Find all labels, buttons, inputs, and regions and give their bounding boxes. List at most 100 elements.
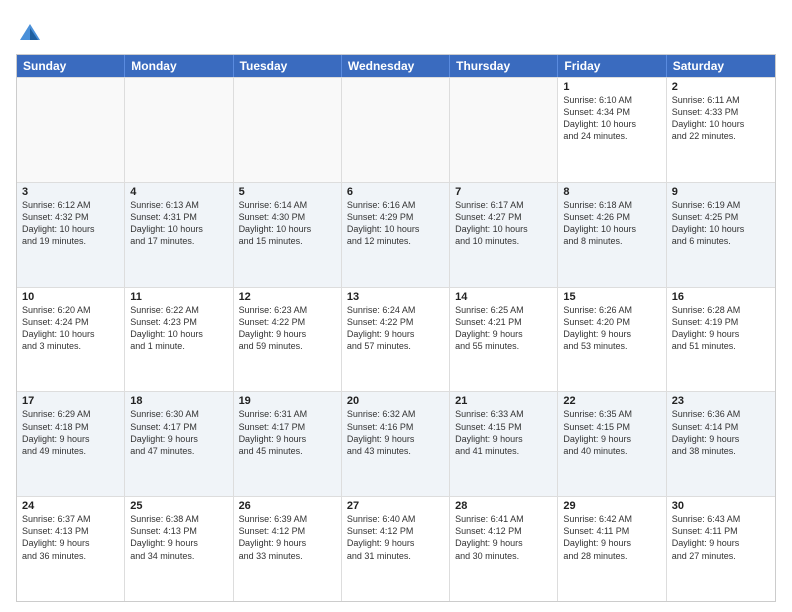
day-details: Sunrise: 6:43 AM Sunset: 4:11 PM Dayligh… (672, 513, 770, 562)
day-details: Sunrise: 6:20 AM Sunset: 4:24 PM Dayligh… (22, 304, 119, 353)
day-details: Sunrise: 6:37 AM Sunset: 4:13 PM Dayligh… (22, 513, 119, 562)
day-details: Sunrise: 6:41 AM Sunset: 4:12 PM Dayligh… (455, 513, 552, 562)
day-number: 21 (455, 395, 552, 407)
day-cell-25: 25Sunrise: 6:38 AM Sunset: 4:13 PM Dayli… (125, 497, 233, 601)
day-details: Sunrise: 6:17 AM Sunset: 4:27 PM Dayligh… (455, 199, 552, 248)
logo (16, 20, 48, 48)
day-details: Sunrise: 6:31 AM Sunset: 4:17 PM Dayligh… (239, 408, 336, 457)
day-cell-1: 1Sunrise: 6:10 AM Sunset: 4:34 PM Daylig… (558, 78, 666, 182)
day-number: 16 (672, 291, 770, 303)
empty-cell (125, 78, 233, 182)
day-details: Sunrise: 6:25 AM Sunset: 4:21 PM Dayligh… (455, 304, 552, 353)
empty-cell (450, 78, 558, 182)
empty-cell (17, 78, 125, 182)
calendar-row-2: 10Sunrise: 6:20 AM Sunset: 4:24 PM Dayli… (17, 287, 775, 392)
day-details: Sunrise: 6:23 AM Sunset: 4:22 PM Dayligh… (239, 304, 336, 353)
empty-cell (234, 78, 342, 182)
day-number: 2 (672, 81, 770, 93)
day-details: Sunrise: 6:14 AM Sunset: 4:30 PM Dayligh… (239, 199, 336, 248)
calendar-row-1: 3Sunrise: 6:12 AM Sunset: 4:32 PM Daylig… (17, 182, 775, 287)
day-number: 26 (239, 500, 336, 512)
day-cell-23: 23Sunrise: 6:36 AM Sunset: 4:14 PM Dayli… (667, 392, 775, 496)
calendar-row-3: 17Sunrise: 6:29 AM Sunset: 4:18 PM Dayli… (17, 391, 775, 496)
day-number: 5 (239, 186, 336, 198)
day-number: 23 (672, 395, 770, 407)
day-cell-17: 17Sunrise: 6:29 AM Sunset: 4:18 PM Dayli… (17, 392, 125, 496)
day-number: 14 (455, 291, 552, 303)
header-day-tuesday: Tuesday (234, 55, 342, 77)
day-details: Sunrise: 6:38 AM Sunset: 4:13 PM Dayligh… (130, 513, 227, 562)
day-number: 12 (239, 291, 336, 303)
day-number: 15 (563, 291, 660, 303)
header-day-wednesday: Wednesday (342, 55, 450, 77)
day-details: Sunrise: 6:29 AM Sunset: 4:18 PM Dayligh… (22, 408, 119, 457)
day-number: 17 (22, 395, 119, 407)
logo-icon (16, 20, 44, 48)
day-cell-18: 18Sunrise: 6:30 AM Sunset: 4:17 PM Dayli… (125, 392, 233, 496)
day-details: Sunrise: 6:22 AM Sunset: 4:23 PM Dayligh… (130, 304, 227, 353)
day-cell-7: 7Sunrise: 6:17 AM Sunset: 4:27 PM Daylig… (450, 183, 558, 287)
day-cell-19: 19Sunrise: 6:31 AM Sunset: 4:17 PM Dayli… (234, 392, 342, 496)
day-details: Sunrise: 6:18 AM Sunset: 4:26 PM Dayligh… (563, 199, 660, 248)
day-cell-30: 30Sunrise: 6:43 AM Sunset: 4:11 PM Dayli… (667, 497, 775, 601)
day-details: Sunrise: 6:36 AM Sunset: 4:14 PM Dayligh… (672, 408, 770, 457)
day-number: 27 (347, 500, 444, 512)
day-details: Sunrise: 6:13 AM Sunset: 4:31 PM Dayligh… (130, 199, 227, 248)
header-day-monday: Monday (125, 55, 233, 77)
day-details: Sunrise: 6:32 AM Sunset: 4:16 PM Dayligh… (347, 408, 444, 457)
calendar-row-0: 1Sunrise: 6:10 AM Sunset: 4:34 PM Daylig… (17, 77, 775, 182)
day-number: 25 (130, 500, 227, 512)
day-cell-4: 4Sunrise: 6:13 AM Sunset: 4:31 PM Daylig… (125, 183, 233, 287)
day-details: Sunrise: 6:24 AM Sunset: 4:22 PM Dayligh… (347, 304, 444, 353)
day-cell-12: 12Sunrise: 6:23 AM Sunset: 4:22 PM Dayli… (234, 288, 342, 392)
day-cell-6: 6Sunrise: 6:16 AM Sunset: 4:29 PM Daylig… (342, 183, 450, 287)
day-cell-28: 28Sunrise: 6:41 AM Sunset: 4:12 PM Dayli… (450, 497, 558, 601)
day-cell-20: 20Sunrise: 6:32 AM Sunset: 4:16 PM Dayli… (342, 392, 450, 496)
day-number: 8 (563, 186, 660, 198)
day-number: 9 (672, 186, 770, 198)
day-cell-11: 11Sunrise: 6:22 AM Sunset: 4:23 PM Dayli… (125, 288, 233, 392)
day-details: Sunrise: 6:42 AM Sunset: 4:11 PM Dayligh… (563, 513, 660, 562)
calendar-row-4: 24Sunrise: 6:37 AM Sunset: 4:13 PM Dayli… (17, 496, 775, 601)
calendar-header: SundayMondayTuesdayWednesdayThursdayFrid… (17, 55, 775, 77)
day-number: 7 (455, 186, 552, 198)
day-cell-8: 8Sunrise: 6:18 AM Sunset: 4:26 PM Daylig… (558, 183, 666, 287)
day-number: 11 (130, 291, 227, 303)
day-details: Sunrise: 6:26 AM Sunset: 4:20 PM Dayligh… (563, 304, 660, 353)
day-cell-24: 24Sunrise: 6:37 AM Sunset: 4:13 PM Dayli… (17, 497, 125, 601)
day-details: Sunrise: 6:30 AM Sunset: 4:17 PM Dayligh… (130, 408, 227, 457)
header-day-friday: Friday (558, 55, 666, 77)
day-cell-9: 9Sunrise: 6:19 AM Sunset: 4:25 PM Daylig… (667, 183, 775, 287)
day-number: 3 (22, 186, 119, 198)
day-number: 22 (563, 395, 660, 407)
page: SundayMondayTuesdayWednesdayThursdayFrid… (0, 0, 792, 612)
day-details: Sunrise: 6:39 AM Sunset: 4:12 PM Dayligh… (239, 513, 336, 562)
day-cell-26: 26Sunrise: 6:39 AM Sunset: 4:12 PM Dayli… (234, 497, 342, 601)
day-number: 24 (22, 500, 119, 512)
day-cell-29: 29Sunrise: 6:42 AM Sunset: 4:11 PM Dayli… (558, 497, 666, 601)
header-day-thursday: Thursday (450, 55, 558, 77)
day-details: Sunrise: 6:10 AM Sunset: 4:34 PM Dayligh… (563, 94, 660, 143)
day-number: 1 (563, 81, 660, 93)
day-number: 30 (672, 500, 770, 512)
day-cell-15: 15Sunrise: 6:26 AM Sunset: 4:20 PM Dayli… (558, 288, 666, 392)
day-details: Sunrise: 6:40 AM Sunset: 4:12 PM Dayligh… (347, 513, 444, 562)
header-day-saturday: Saturday (667, 55, 775, 77)
header (16, 16, 776, 48)
day-details: Sunrise: 6:11 AM Sunset: 4:33 PM Dayligh… (672, 94, 770, 143)
day-cell-16: 16Sunrise: 6:28 AM Sunset: 4:19 PM Dayli… (667, 288, 775, 392)
day-cell-13: 13Sunrise: 6:24 AM Sunset: 4:22 PM Dayli… (342, 288, 450, 392)
day-number: 19 (239, 395, 336, 407)
day-number: 29 (563, 500, 660, 512)
day-number: 10 (22, 291, 119, 303)
day-cell-5: 5Sunrise: 6:14 AM Sunset: 4:30 PM Daylig… (234, 183, 342, 287)
day-cell-21: 21Sunrise: 6:33 AM Sunset: 4:15 PM Dayli… (450, 392, 558, 496)
day-number: 20 (347, 395, 444, 407)
day-cell-2: 2Sunrise: 6:11 AM Sunset: 4:33 PM Daylig… (667, 78, 775, 182)
day-number: 18 (130, 395, 227, 407)
day-number: 13 (347, 291, 444, 303)
calendar: SundayMondayTuesdayWednesdayThursdayFrid… (16, 54, 776, 602)
day-cell-27: 27Sunrise: 6:40 AM Sunset: 4:12 PM Dayli… (342, 497, 450, 601)
empty-cell (342, 78, 450, 182)
header-day-sunday: Sunday (17, 55, 125, 77)
